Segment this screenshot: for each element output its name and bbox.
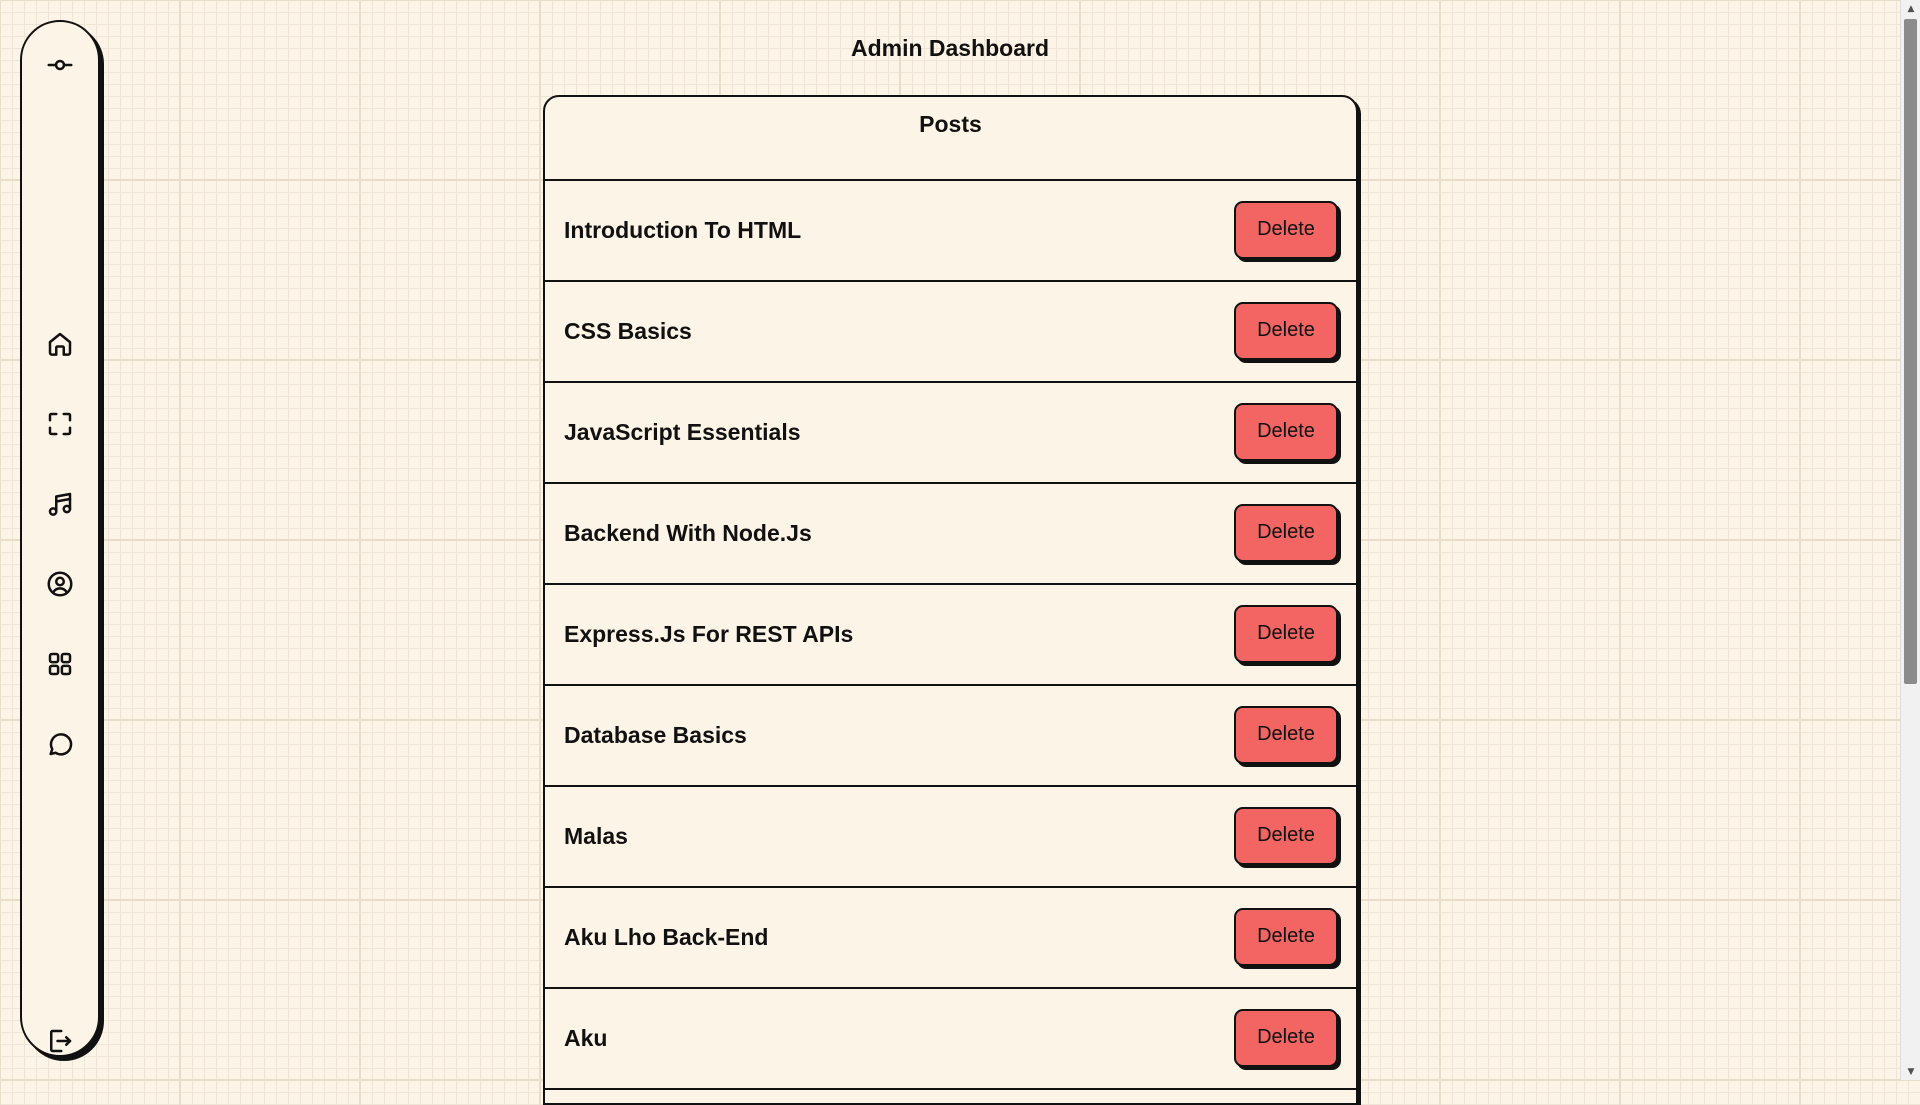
post-row: Express.Js For REST APIs Delete xyxy=(545,585,1356,686)
vertical-scrollbar[interactable]: ▲ ▼ xyxy=(1900,0,1920,1080)
delete-button[interactable]: Delete xyxy=(1234,503,1338,562)
post-row: Introduction To HTML Delete xyxy=(545,181,1356,282)
post-title: Introduction To HTML xyxy=(564,217,802,243)
post-list: Introduction To HTML Delete CSS Basics D… xyxy=(545,181,1356,1090)
post-title: Express.Js For REST APIs xyxy=(564,621,854,647)
home-icon[interactable] xyxy=(38,322,82,366)
post-title: Aku xyxy=(564,1025,608,1051)
post-title: CSS Basics xyxy=(564,318,692,344)
music-icon[interactable] xyxy=(38,482,82,526)
post-title: Backend With Node.Js xyxy=(564,520,812,546)
post-title: Database Basics xyxy=(564,722,747,748)
post-row: Aku Lho Back-End Delete xyxy=(545,888,1356,989)
logout-icon[interactable] xyxy=(38,1019,82,1063)
user-circle-icon[interactable] xyxy=(38,562,82,606)
chat-bubble-icon[interactable] xyxy=(38,722,82,766)
delete-button[interactable]: Delete xyxy=(1234,301,1338,360)
post-row: Backend With Node.Js Delete xyxy=(545,484,1356,585)
post-row: JavaScript Essentials Delete xyxy=(545,383,1356,484)
post-row: Aku Delete xyxy=(545,989,1356,1090)
delete-button[interactable]: Delete xyxy=(1234,1008,1338,1067)
post-row: Malas Delete xyxy=(545,787,1356,888)
page-title: Admin Dashboard xyxy=(850,35,1050,61)
posts-panel: Posts Introduction To HTML Delete CSS Ba… xyxy=(543,95,1358,1105)
delete-button[interactable]: Delete xyxy=(1234,907,1338,966)
delete-button[interactable]: Delete xyxy=(1234,604,1338,663)
scroll-up-icon[interactable]: ▲ xyxy=(1901,0,1920,17)
scan-icon[interactable] xyxy=(38,402,82,446)
post-row: Database Basics Delete xyxy=(545,686,1356,787)
scroll-down-icon[interactable]: ▼ xyxy=(1901,1063,1920,1080)
post-row: CSS Basics Delete xyxy=(545,282,1356,383)
post-title: JavaScript Essentials xyxy=(564,419,801,445)
post-title: Malas xyxy=(564,823,628,849)
delete-button[interactable]: Delete xyxy=(1234,200,1338,259)
scrollbar-thumb[interactable] xyxy=(1904,19,1917,684)
delete-button[interactable]: Delete xyxy=(1234,806,1338,865)
sidebar xyxy=(20,20,100,1057)
posts-panel-title: Posts xyxy=(545,97,1356,181)
apps-grid-icon[interactable] xyxy=(38,642,82,686)
commit-icon[interactable] xyxy=(38,43,82,87)
delete-button[interactable]: Delete xyxy=(1234,705,1338,764)
post-title: Aku Lho Back-End xyxy=(564,924,769,950)
delete-button[interactable]: Delete xyxy=(1234,402,1338,461)
